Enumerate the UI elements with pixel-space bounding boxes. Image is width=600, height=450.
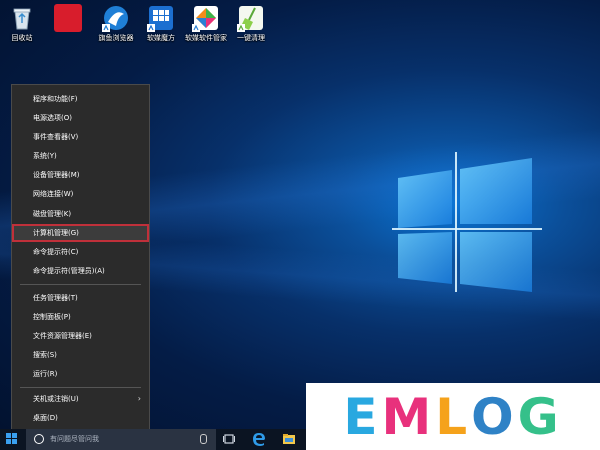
browser-icon: [102, 4, 130, 32]
menu-separator: [20, 284, 141, 285]
menu-item-disk-management[interactable]: 磁盘管理(K): [12, 205, 149, 223]
red-app-icon: [54, 4, 82, 32]
menu-item-computer-management[interactable]: 计算机管理(G): [12, 224, 149, 242]
menu-item-label: 文件资源管理器(E): [33, 332, 92, 340]
menu-item-label: 磁盘管理(K): [33, 210, 72, 218]
emlog-logo: E M L O G: [306, 383, 600, 450]
menu-item-file-explorer[interactable]: 文件资源管理器(E): [12, 327, 149, 345]
menu-item-label: 计算机管理(G): [33, 229, 79, 237]
menu-item-label: 命令提示符(管理员)(A): [33, 267, 105, 275]
menu-item-command-prompt[interactable]: 命令提示符(C): [12, 243, 149, 261]
desktop-icon-software-manager[interactable]: 软媒软件管家: [184, 4, 228, 43]
menu-item-label: 程序和功能(F): [33, 95, 78, 103]
menu-item-label: 设备管理器(M): [33, 171, 80, 179]
logo-letter: G: [517, 387, 563, 446]
menu-item-label: 电源选项(O): [33, 114, 72, 122]
software-manager-icon: [192, 4, 220, 32]
menu-item-label: 桌面(D): [33, 414, 58, 422]
menu-item-label: 命令提示符(C): [33, 248, 79, 256]
task-view-icon[interactable]: [222, 432, 236, 446]
logo-letter: E: [343, 387, 382, 446]
menu-item-label: 关机或注销(U): [33, 395, 79, 403]
windows-logo-wallpaper: [392, 152, 542, 292]
menu-item-desktop[interactable]: 桌面(D): [12, 409, 149, 427]
menu-item-task-manager[interactable]: 任务管理器(T): [12, 289, 149, 307]
chevron-right-icon: ›: [137, 394, 141, 403]
search-placeholder: 有问题尽管问我: [50, 435, 99, 443]
menu-item-label: 事件查看器(V): [33, 133, 79, 141]
menu-separator: [20, 387, 141, 388]
desktop-icon-cleaner[interactable]: 一键清理: [229, 4, 273, 43]
menu-item-label: 网络连接(W): [33, 190, 74, 198]
logo-letter: O: [471, 387, 518, 446]
menu-item-power-options[interactable]: 电源选项(O): [12, 109, 149, 127]
edge-icon[interactable]: [252, 432, 266, 446]
desktop-icon-red-app[interactable]: [46, 4, 90, 34]
menu-item-label: 系统(Y): [33, 152, 57, 160]
menu-item-run[interactable]: 运行(R): [12, 365, 149, 383]
menu-item-system[interactable]: 系统(Y): [12, 147, 149, 165]
rubik-cube-icon: [147, 4, 175, 32]
microphone-icon[interactable]: [200, 434, 207, 444]
broom-cleaner-icon: [237, 4, 265, 32]
desktop-icon-label: 软媒魔方: [147, 34, 175, 42]
logo-letter: M: [381, 387, 436, 446]
menu-item-control-panel[interactable]: 控制面板(P): [12, 308, 149, 326]
search-icon: [34, 434, 44, 444]
menu-item-label: 控制面板(P): [33, 313, 71, 321]
menu-item-label: 搜索(S): [33, 351, 57, 359]
recycle-bin-icon: [8, 4, 36, 32]
desktop-icon-label: 旗鱼浏览器: [98, 34, 134, 42]
file-explorer-icon[interactable]: [282, 432, 296, 446]
desktop-icon-label: 一键清理: [237, 34, 265, 42]
menu-item-search[interactable]: 搜索(S): [12, 346, 149, 364]
desktop-icon-rubik[interactable]: 软媒魔方: [139, 4, 183, 43]
winx-context-menu: 程序和功能(F) 电源选项(O) 事件查看器(V) 系统(Y) 设备管理器(M)…: [11, 84, 150, 433]
menu-item-command-prompt-admin[interactable]: 命令提示符(管理员)(A): [12, 262, 149, 280]
emlog-watermark: E M L O G: [306, 383, 600, 450]
menu-item-programs-features[interactable]: 程序和功能(F): [12, 90, 149, 108]
logo-letter: L: [435, 387, 472, 446]
menu-item-event-viewer[interactable]: 事件查看器(V): [12, 128, 149, 146]
desktop-icon-browser[interactable]: 旗鱼浏览器: [94, 4, 138, 43]
menu-item-label: 任务管理器(T): [33, 294, 78, 302]
desktop-icon-recycle-bin[interactable]: 回收站: [0, 4, 44, 43]
desktop-icon-label: 回收站: [11, 34, 33, 42]
menu-item-label: 运行(R): [33, 370, 58, 378]
menu-item-network-connections[interactable]: 网络连接(W): [12, 185, 149, 203]
menu-item-shutdown-signout[interactable]: 关机或注销(U) ›: [12, 390, 149, 408]
start-icon[interactable]: [6, 433, 18, 445]
taskbar-search-box[interactable]: 有问题尽管问我: [26, 429, 216, 450]
menu-item-device-manager[interactable]: 设备管理器(M): [12, 166, 149, 184]
desktop-icon-label: 软媒软件管家: [185, 34, 227, 42]
